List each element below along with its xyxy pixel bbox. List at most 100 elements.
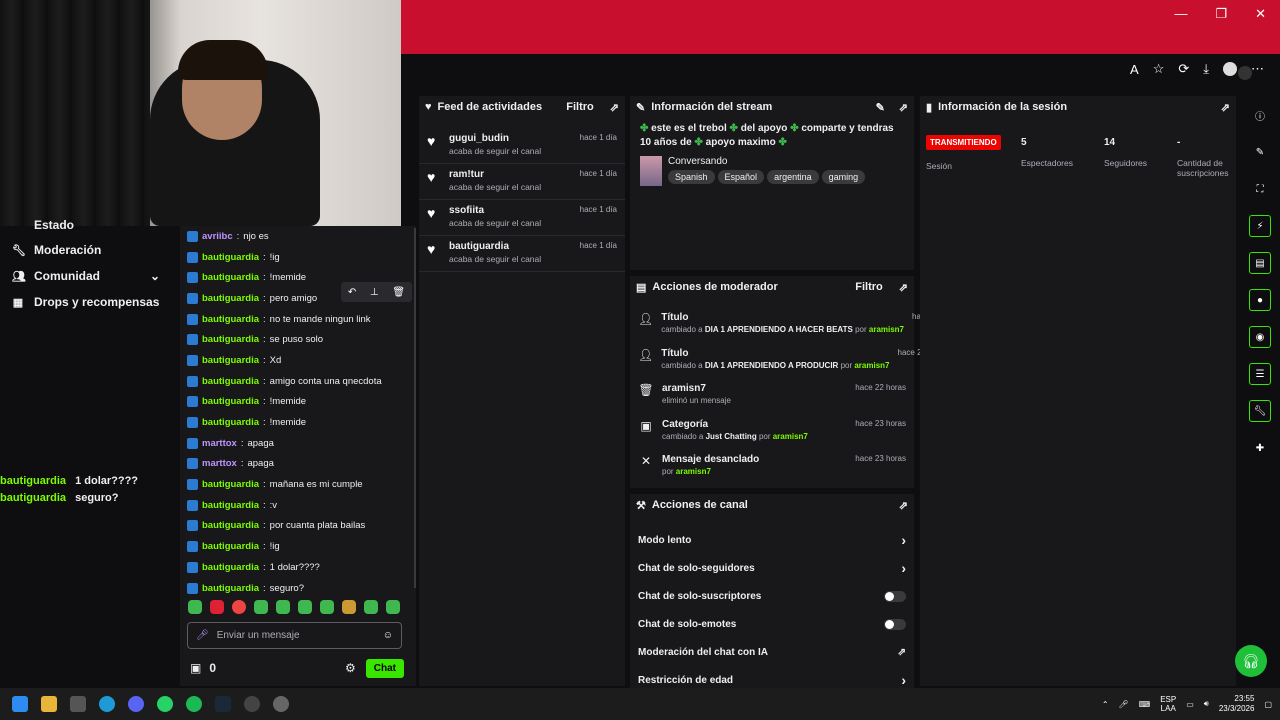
chat-username[interactable]: bautiguardia [202, 355, 259, 366]
chat-username[interactable]: bautiguardia [202, 562, 259, 573]
microphone-icon[interactable]: 🎤︎ [1119, 700, 1129, 709]
clipboard-icon[interactable]: ▤ [1249, 252, 1271, 274]
channel-action-item[interactable]: Chat de solo-seguidores › [630, 554, 914, 582]
chat-username[interactable]: bautiguardia [202, 396, 259, 407]
chat-message[interactable]: bautiguardia: !ig [180, 536, 416, 557]
user-avatar[interactable] [1238, 66, 1252, 80]
obs-icon[interactable] [244, 696, 260, 712]
discord-icon[interactable] [128, 696, 144, 712]
emote[interactable] [210, 600, 224, 614]
restore-button[interactable]: ❐ [1215, 6, 1227, 22]
app-icon[interactable] [70, 696, 86, 712]
chevron-right-icon[interactable]: › [901, 672, 906, 688]
crop-icon[interactable]: ⛶ [1249, 178, 1271, 200]
sidebar-item-moderacion[interactable]: 🔧︎ Moderación [0, 237, 172, 263]
chevron-right-icon[interactable]: › [901, 532, 906, 548]
feed-item[interactable]: ♥ gugui_budin acaba de seguir el canal hace… [419, 128, 625, 164]
emote[interactable] [298, 600, 312, 614]
sidebar-item-comunidad[interactable]: 👥︎ Comunidad ⌄ [0, 263, 172, 289]
chat-message[interactable]: bautiguardia: !memide [180, 392, 416, 413]
app-icon[interactable] [273, 696, 289, 712]
chat-message[interactable]: bautiguardia: se puso solo [180, 329, 416, 350]
tag[interactable]: Spanish [668, 170, 715, 184]
chat-username[interactable]: bautiguardia [202, 376, 259, 387]
feed-item[interactable]: ♥ bautiguardia acaba de seguir el canal hac… [419, 236, 625, 272]
chat-message[interactable]: bautiguardia: amigo conta una qnecdota [180, 371, 416, 392]
chat-username[interactable]: bautiguardia [202, 252, 259, 263]
chat-username[interactable]: marttox [202, 438, 237, 449]
chat-input[interactable]: 🎤︎ Enviar un mensaje ☺ [187, 622, 402, 649]
whatsapp-icon[interactable] [157, 696, 173, 712]
settings-gear-icon[interactable]: ⚙ [345, 661, 356, 675]
filter-button[interactable]: Filtro [566, 101, 594, 113]
pencil-icon[interactable]: ✎ [1249, 141, 1271, 163]
reply-icon[interactable]: ↶ [348, 287, 356, 298]
feed-item[interactable]: ♥ ram!tur acaba de seguir el canal hace 1 d… [419, 164, 625, 200]
chat-message[interactable]: bautiguardia::v [180, 495, 416, 516]
channel-action-item[interactable]: Moderación del chat con IA ⇗ [630, 638, 914, 666]
chat-username[interactable]: bautiguardia [202, 583, 259, 594]
extensions-icon[interactable]: ⟳ [1178, 61, 1189, 77]
download-icon[interactable]: ⤓ [1203, 61, 1209, 77]
language-indicator[interactable]: ESP LAA [1160, 695, 1176, 713]
emote[interactable] [386, 600, 400, 614]
info-icon[interactable]: ⓘ [1249, 104, 1271, 126]
detail-user[interactable]: aramisn7 [676, 467, 711, 476]
channel-action-item[interactable]: Modo lento › [630, 526, 914, 554]
windows-start-icon[interactable] [12, 696, 28, 712]
chat-username[interactable]: bautiguardia [202, 417, 259, 428]
trash-icon[interactable]: 🗑︎ [392, 287, 405, 298]
read-aloud-icon[interactable]: A [1130, 62, 1139, 77]
chat-username[interactable]: bautiguardia [202, 500, 259, 511]
pin-icon[interactable]: ⊥ [370, 287, 379, 298]
external-link-icon[interactable]: ⇗ [898, 647, 906, 658]
chat-username[interactable]: bautiguardia [202, 520, 259, 531]
chat-username[interactable]: bautiguardia [202, 541, 259, 552]
chat-username[interactable]: bautiguardia [202, 479, 259, 490]
tag[interactable]: argentina [767, 170, 819, 184]
emote[interactable] [320, 600, 334, 614]
popout-icon[interactable]: ⇗ [610, 101, 619, 114]
detail-user[interactable]: aramisn7 [869, 325, 904, 334]
tag[interactable]: gaming [821, 170, 866, 184]
broadcast-icon[interactable]: ◉ [1249, 326, 1271, 348]
channel-action-item[interactable]: Chat de solo-suscriptores [630, 582, 914, 610]
network-icon[interactable]: ▭ [1186, 700, 1194, 709]
chat-username[interactable]: bautiguardia [202, 334, 259, 345]
chevron-right-icon[interactable]: › [901, 560, 906, 576]
minimize-button[interactable]: — [1174, 6, 1187, 22]
filter-button[interactable]: Filtro [855, 281, 883, 293]
emote[interactable] [364, 600, 378, 614]
emoji-icon[interactable]: ☺ [383, 630, 393, 641]
notification-icon[interactable]: ▢ [1264, 700, 1272, 709]
emote[interactable] [232, 600, 246, 614]
add-action-icon[interactable]: ✚ [1249, 437, 1271, 459]
chat-scrollbar[interactable] [414, 228, 416, 588]
chat-bubble-icon[interactable]: ● [1249, 289, 1271, 311]
chat-username[interactable]: avriibc [202, 231, 233, 242]
stack-icon[interactable]: ☰ [1249, 363, 1271, 385]
chat-username[interactable]: bautiguardia [202, 293, 259, 304]
detail-user[interactable]: aramisn7 [854, 361, 889, 370]
popout-icon[interactable]: ⇗ [899, 101, 908, 114]
emote[interactable] [188, 600, 202, 614]
keyboard-icon[interactable]: ⌨ [1139, 700, 1151, 709]
favorite-star-icon[interactable]: ☆ [1153, 61, 1165, 77]
chat-message[interactable]: bautiguardia: por cuanta plata bailas [180, 516, 416, 537]
toggle-switch[interactable] [884, 618, 906, 630]
chat-username[interactable]: bautiguardia [202, 314, 259, 325]
lightning-icon[interactable]: ⚡︎ [1249, 215, 1271, 237]
chat-message[interactable]: marttox: apaga [180, 433, 416, 454]
edit-icon[interactable]: ✎ [876, 101, 885, 114]
chat-message[interactable]: bautiguardia:1 dolar???? [180, 557, 416, 578]
profile-avatar[interactable] [1223, 62, 1237, 76]
detail-user[interactable]: aramisn7 [773, 432, 808, 441]
sidebar-item-drops[interactable]: ▦ Drops y recompensas [0, 289, 172, 315]
chat-send-button[interactable]: Chat [365, 658, 404, 678]
popout-icon[interactable]: ⇗ [899, 499, 908, 512]
channel-action-item[interactable]: Chat de solo-emotes [630, 610, 914, 638]
close-button[interactable]: ✕ [1255, 6, 1266, 22]
microphone-icon[interactable]: 🎤︎ [196, 630, 209, 641]
chevron-up-icon[interactable]: ⌃ [1102, 700, 1109, 709]
chat-message[interactable]: bautiguardia: !ig [180, 247, 416, 268]
